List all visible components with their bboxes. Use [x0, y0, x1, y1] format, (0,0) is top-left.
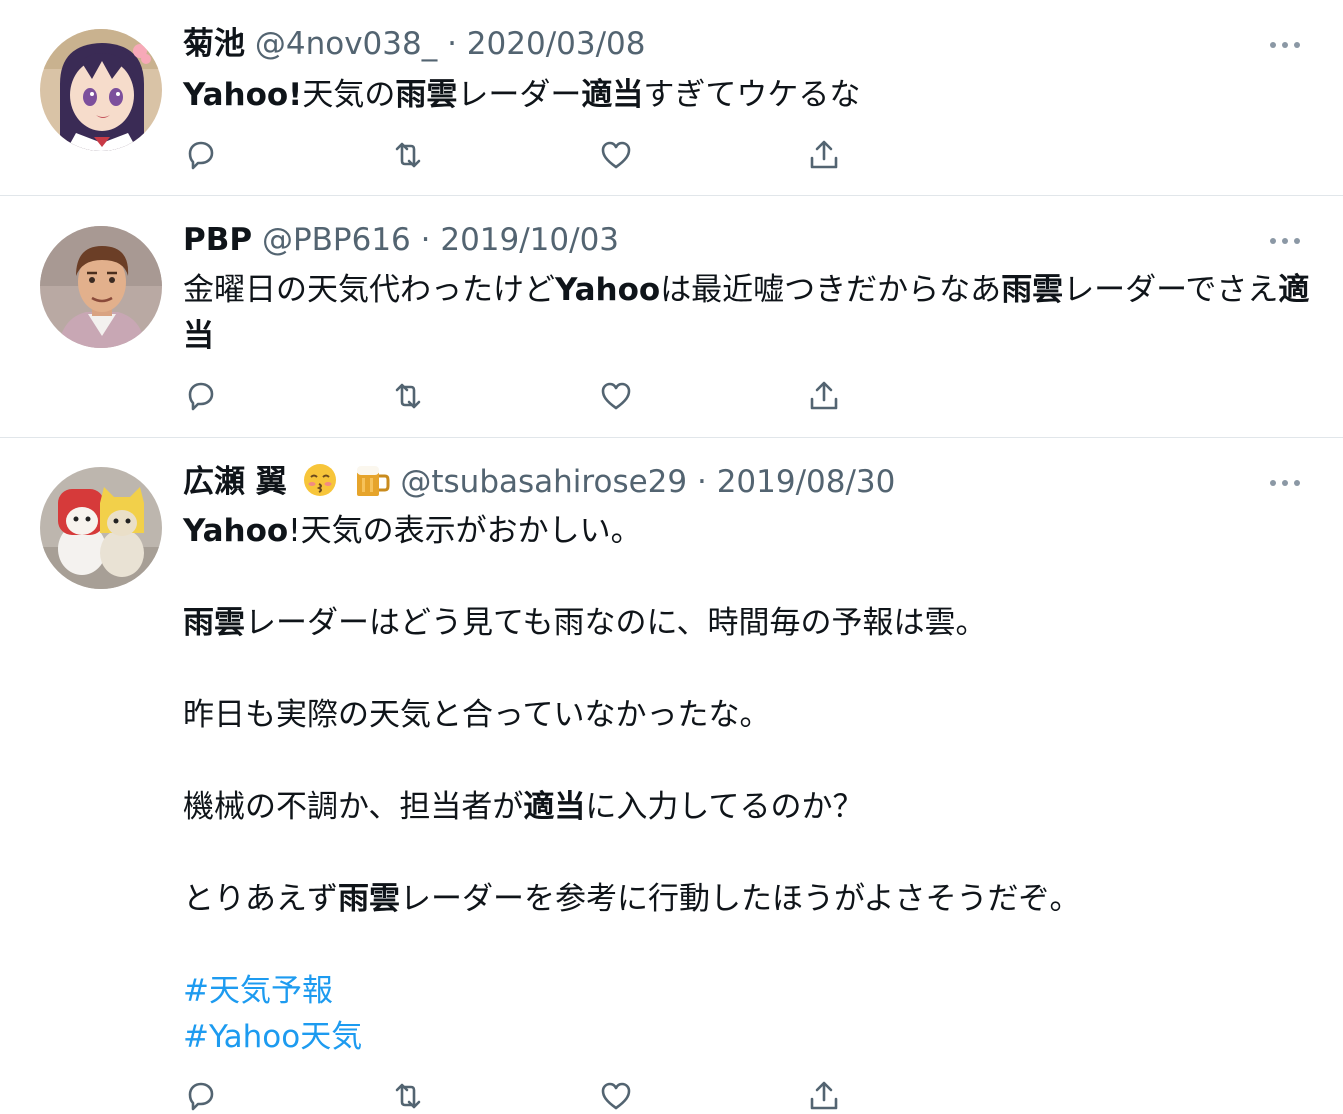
highlighted-keyword: 雨雲	[1001, 272, 1064, 308]
like-button[interactable]	[598, 1078, 634, 1114]
text-segment: 天気の	[302, 77, 396, 113]
kissing-face-emoji-icon	[303, 464, 336, 496]
highlighted-keyword: 雨雲	[338, 881, 400, 917]
beer-mug-emoji-icon	[356, 466, 390, 496]
share-button[interactable]	[806, 1078, 842, 1114]
tweet-text-line: 機械の不調か、担当者が適当に入力してるのか？	[183, 784, 1313, 830]
anime-girl-avatar-icon	[40, 29, 162, 151]
display-name[interactable]: 菊池	[183, 26, 245, 62]
tweet-text-line	[183, 646, 1313, 692]
highlighted-keyword: 雨雲	[395, 77, 458, 113]
name-emojis	[301, 462, 391, 508]
separator-dot: ·	[447, 26, 457, 62]
retweet-button[interactable]	[390, 137, 426, 173]
tweet-text-line	[183, 554, 1313, 600]
tweet[interactable]: 広瀬 翼 @tsubasahirose29 · 2019/08/30 Yahoo…	[0, 438, 1343, 1111]
tweet-text-line: Yahoo!天気の表示がおかしい。	[183, 508, 1313, 554]
text-segment: とりあえず	[183, 881, 338, 917]
text-segment: レーダー	[457, 77, 582, 113]
like-icon	[601, 382, 631, 410]
user-handle[interactable]: @4nov038_	[255, 26, 437, 62]
tweet-header: PBP @PBP616 · 2019/10/03	[183, 220, 619, 260]
more-options-icon[interactable]	[1268, 478, 1302, 488]
reply-icon	[188, 1082, 214, 1111]
man-cartoon-avatar-icon	[40, 226, 162, 348]
tweet-text-line	[183, 738, 1313, 784]
display-name[interactable]: 広瀬 翼	[183, 464, 287, 500]
tweet-text-line: 金曜日の天気代わったけどYahooは最近嘘つきだからなあ雨雲レーダーでさえ適当	[183, 267, 1313, 359]
retweet-icon	[395, 142, 421, 168]
user-handle[interactable]: @PBP616	[262, 222, 411, 258]
tweet-text: 金曜日の天気代わったけどYahooは最近嘘つきだからなあ雨雲レーダーでさえ適当	[183, 267, 1313, 359]
share-icon	[810, 140, 838, 169]
avatar[interactable]	[40, 467, 162, 589]
highlighted-keyword: 適当	[581, 77, 644, 113]
tweet-text-line: とりあえず雨雲レーダーを参考に行動したほうがよさそうだぞ。	[183, 876, 1313, 922]
tweet[interactable]: 菊池 @4nov038_ · 2020/03/08 Yahoo!天気の雨雲レーダ…	[0, 0, 1343, 195]
retweet-icon	[395, 1083, 421, 1109]
text-segment: すぎてウケるな	[643, 77, 861, 113]
text-segment: レーダーを参考に行動したほうがよさそうだぞ。	[400, 881, 1081, 917]
text-segment: 金曜日の天気代わったけど	[183, 272, 555, 308]
highlighted-keyword: 雨雲	[183, 605, 245, 641]
user-handle[interactable]: @tsubasahirose29	[400, 464, 687, 500]
share-icon	[810, 1081, 838, 1110]
highlighted-keyword: Yahoo	[555, 272, 661, 308]
tweet-header: 菊池 @4nov038_ · 2020/03/08	[183, 24, 645, 64]
tweet-date[interactable]: 2020/03/08	[467, 26, 646, 62]
reply-icon	[188, 141, 214, 170]
separator-dot: ·	[420, 222, 431, 258]
hashtag-link[interactable]: #天気予報	[183, 968, 1313, 1014]
text-segment: レーダーでさえ	[1063, 272, 1279, 308]
avatar[interactable]	[40, 29, 162, 151]
reply-button[interactable]	[183, 137, 219, 173]
more-options-icon[interactable]	[1268, 40, 1302, 50]
plush-toys-avatar-icon	[40, 467, 162, 589]
like-button[interactable]	[598, 378, 634, 414]
more-options-icon[interactable]	[1268, 236, 1302, 246]
tweet-text-line	[183, 922, 1313, 968]
tweet-text: Yahoo!天気の表示がおかしい。 雨雲レーダーはどう見ても雨なのに、時間毎の予報…	[183, 508, 1313, 1060]
reply-button[interactable]	[183, 1078, 219, 1114]
tweet-text-line: 昨日も実際の天気と合っていなかったな。	[183, 692, 1313, 738]
retweet-icon	[395, 383, 421, 409]
share-button[interactable]	[806, 137, 842, 173]
highlighted-keyword: 適当	[523, 789, 586, 825]
share-icon	[810, 381, 838, 410]
separator-dot: ·	[696, 464, 707, 500]
tweet-date[interactable]: 2019/10/03	[440, 222, 619, 258]
text-segment: レーダーはどう見ても雨なのに、時間毎の予報は雲。	[245, 605, 987, 641]
hashtag-link[interactable]: #Yahoo天気	[183, 1014, 1313, 1060]
tweet-header: 広瀬 翼 @tsubasahirose29 · 2019/08/30	[183, 462, 895, 502]
like-button[interactable]	[598, 137, 634, 173]
like-icon	[601, 1082, 631, 1110]
reply-icon	[188, 382, 214, 411]
retweet-button[interactable]	[390, 378, 426, 414]
text-segment: !天気の表示がおかしい。	[288, 513, 642, 549]
text-segment: 昨日も実際の天気と合っていなかったな。	[183, 697, 771, 733]
display-name[interactable]: PBP	[183, 222, 252, 258]
share-button[interactable]	[806, 378, 842, 414]
tweet-text-line: 雨雲レーダーはどう見ても雨なのに、時間毎の予報は雲。	[183, 600, 1313, 646]
like-icon	[601, 141, 631, 169]
text-segment: 機械の不調か、担当者が	[183, 789, 524, 825]
highlighted-keyword: Yahoo	[183, 513, 289, 549]
tweet-text-line: Yahoo!天気の雨雲レーダー適当すぎてウケるな	[183, 72, 1313, 118]
avatar[interactable]	[40, 226, 162, 348]
text-segment: に入力してるのか？	[585, 789, 864, 825]
tweet-text-line	[183, 830, 1313, 876]
highlighted-keyword: Yahoo!	[183, 77, 303, 113]
tweet-text: Yahoo!天気の雨雲レーダー適当すぎてウケるな	[183, 72, 1313, 118]
tweet[interactable]: PBP @PBP616 · 2019/10/03 金曜日の天気代わったけどYah…	[0, 196, 1343, 437]
retweet-button[interactable]	[390, 1078, 426, 1114]
text-segment: は最近嘘つきだからなあ	[660, 272, 1002, 308]
tweet-date[interactable]: 2019/08/30	[717, 464, 896, 500]
reply-button[interactable]	[183, 378, 219, 414]
